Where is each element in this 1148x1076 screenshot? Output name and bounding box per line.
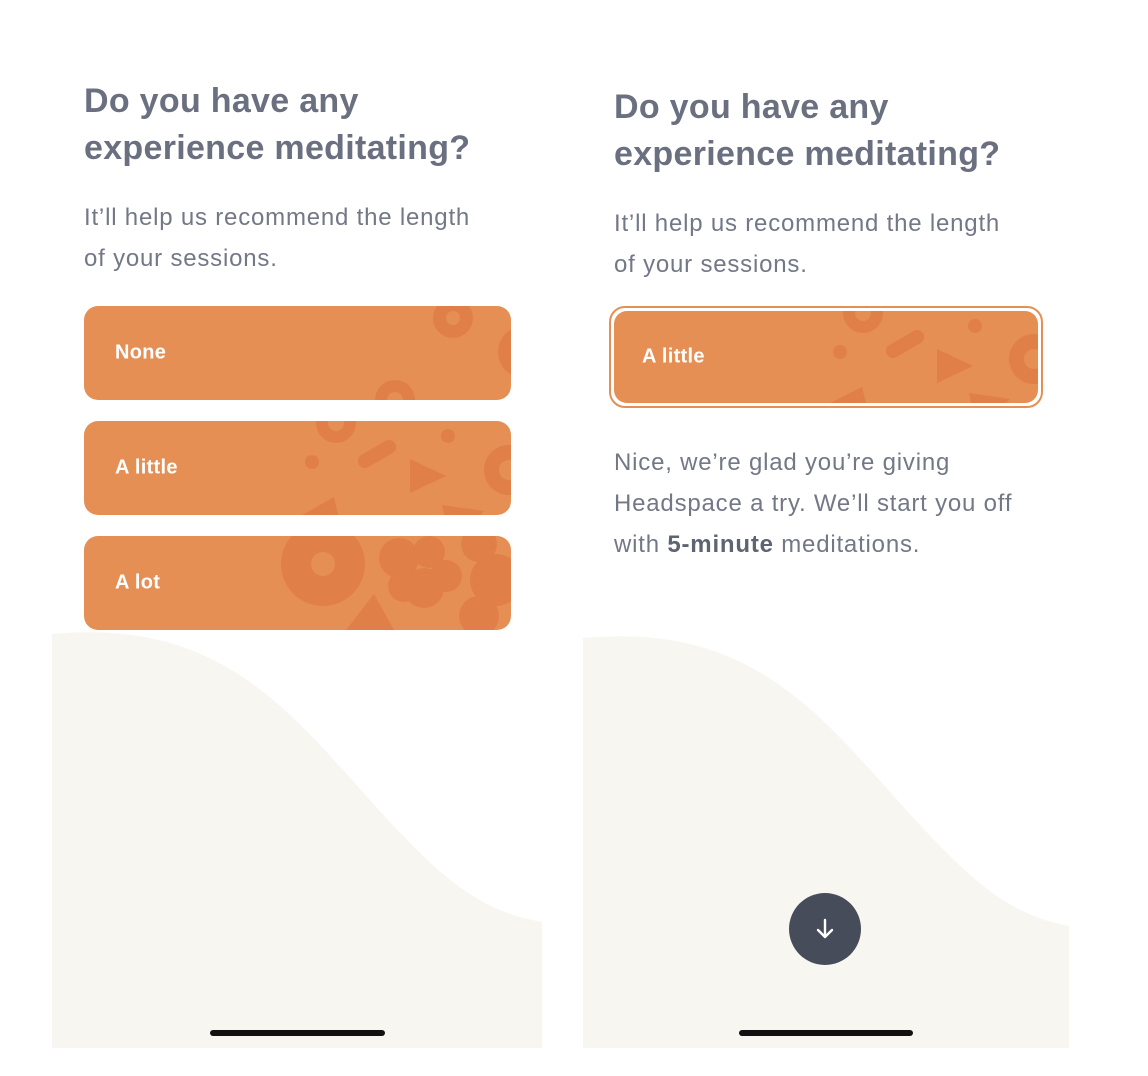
title-line-1: Do you have any xyxy=(614,88,889,126)
title-line-2: experience meditating? xyxy=(84,129,471,167)
subtitle-line-1: It’ll help us recommend the length xyxy=(614,210,1001,237)
page-subtitle: It’ll help us recommend the length of yo… xyxy=(84,197,534,279)
subtitle-line-1: It’ll help us recommend the length xyxy=(84,204,471,231)
response-message: Nice, we’re glad you’re giving Headspace… xyxy=(614,442,1064,565)
option-a-lot-button[interactable]: A lot xyxy=(84,536,511,630)
screen-question: Do you have any experience meditating? I… xyxy=(52,0,542,1048)
page-subtitle: It’ll help us recommend the length of yo… xyxy=(614,203,1064,285)
subtitle-line-2: of your sessions. xyxy=(614,251,808,278)
page-title: Do you have any experience meditating? xyxy=(84,78,524,172)
response-line-2: Headspace a try. We’ll start you off xyxy=(614,490,1013,517)
option-label: A little xyxy=(642,345,705,368)
page-title: Do you have any experience meditating? xyxy=(614,84,1054,178)
screen-answer: Do you have any experience meditating? I… xyxy=(583,0,1069,1048)
option-a-little-button[interactable]: A little xyxy=(84,421,511,515)
title-line-1: Do you have any xyxy=(84,82,359,120)
response-line-1: Nice, we’re glad you’re giving xyxy=(614,449,951,476)
home-indicator xyxy=(210,1030,385,1036)
selected-option-fill: A little xyxy=(614,311,1038,403)
option-label: A lot xyxy=(115,571,161,594)
home-indicator xyxy=(739,1030,913,1036)
response-line-3-prefix: with xyxy=(614,531,668,558)
subtitle-line-2: of your sessions. xyxy=(84,245,278,272)
option-label: A little xyxy=(115,456,178,479)
arrow-down-icon xyxy=(816,918,834,939)
title-line-2: experience meditating? xyxy=(614,135,1001,173)
selected-option-a-little[interactable]: A little xyxy=(609,306,1043,408)
background-wave xyxy=(52,632,542,1048)
response-line-3-suffix: meditations. xyxy=(773,531,921,558)
option-label: None xyxy=(115,341,167,364)
response-duration: 5-minute xyxy=(667,531,774,558)
option-none-button[interactable]: None xyxy=(84,306,511,400)
next-button[interactable] xyxy=(789,893,861,965)
background-wave xyxy=(583,636,1069,1048)
